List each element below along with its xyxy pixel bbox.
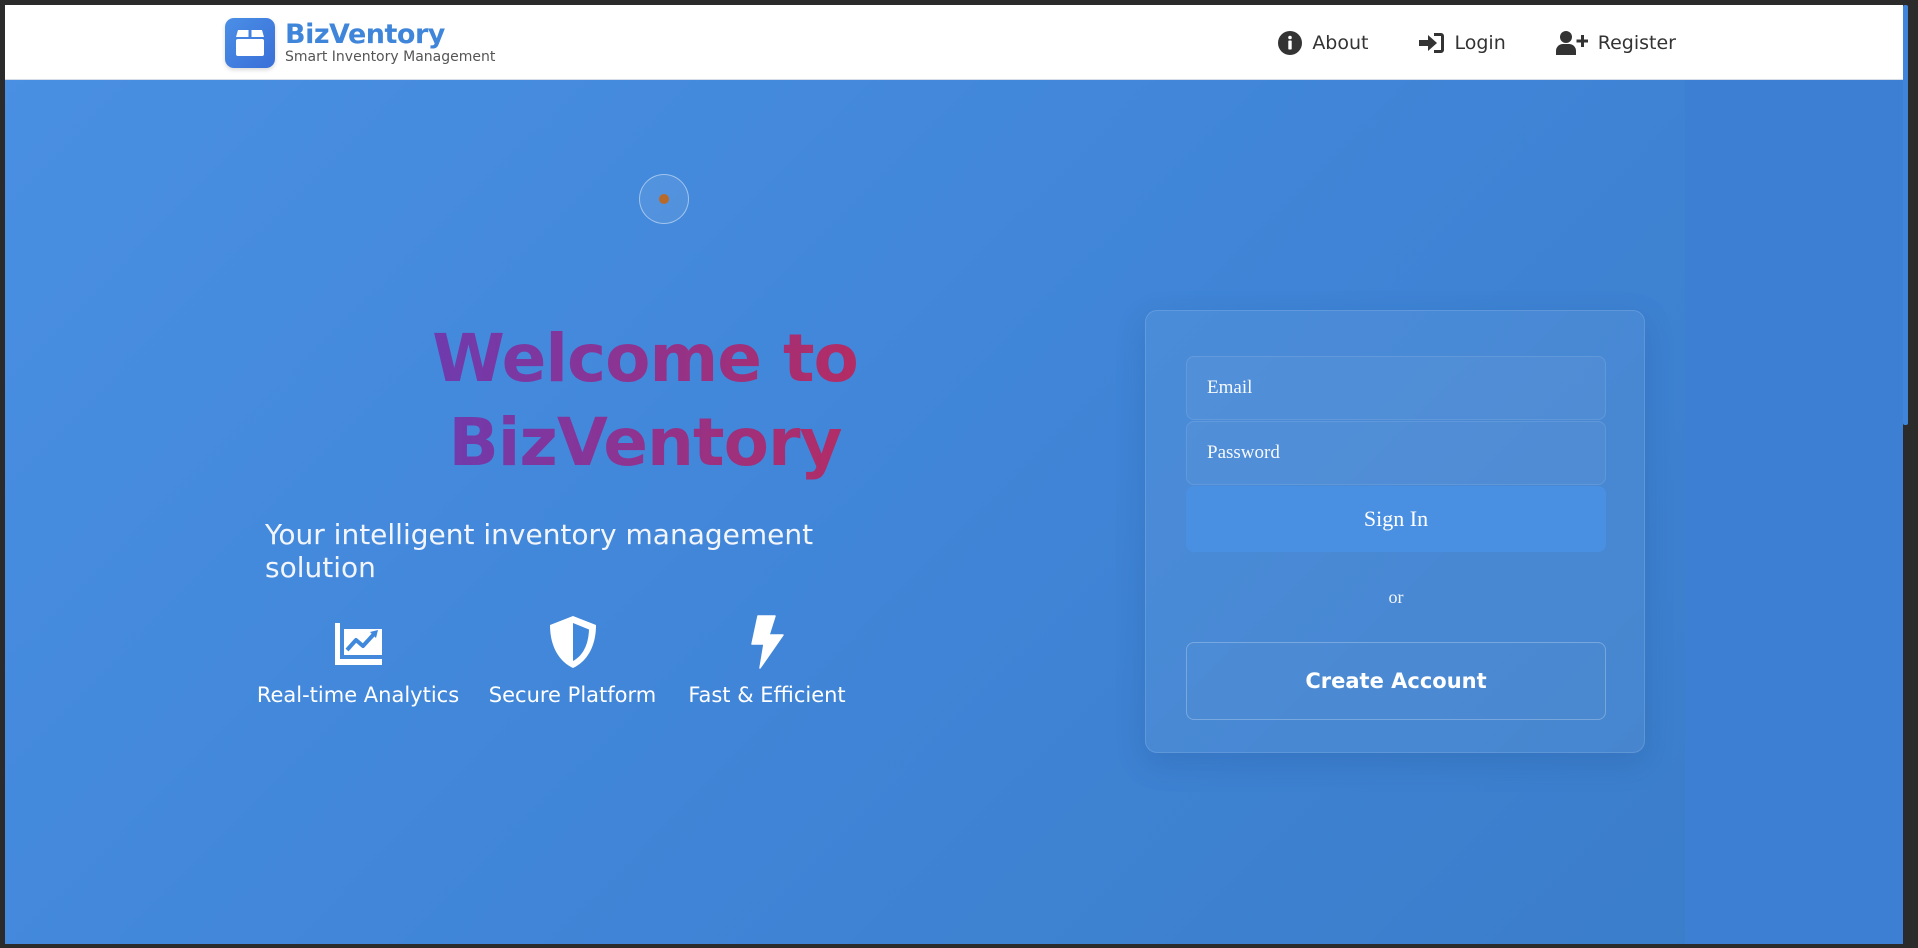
navbar: BizVentory Smart Inventory Management Ab… [5,5,1908,80]
nav-about-label: About [1312,31,1369,54]
decorative-dot [659,194,669,204]
sign-in-icon [1418,32,1444,53]
or-divider: or [1388,587,1404,607]
nav-login-label: Login [1454,31,1506,54]
brand-tagline: Smart Inventory Management [285,49,496,65]
feature-analytics-label: Real-time Analytics [256,683,460,707]
user-plus-icon [1555,30,1588,55]
brand[interactable]: BizVentory Smart Inventory Management [225,17,495,69]
hero-title: Welcome to BizVentory [305,317,985,485]
info-circle-icon [1278,30,1303,55]
sign-in-button[interactable]: Sign In [1186,486,1606,552]
scrollbar[interactable] [1903,5,1908,944]
feature-fast-label: Fast & Efficient [688,683,846,707]
bolt-icon [751,615,784,669]
feature-analytics: Real-time Analytics [257,615,459,707]
hero-title-line2: BizVentory [448,404,842,481]
hero-subtitle: Your intelligent inventory management so… [265,518,814,584]
decorative-circle [639,174,689,224]
brand-name: BizVentory [285,19,445,50]
create-account-button[interactable]: Create Account [1186,642,1606,720]
page-frame: BizVentory Smart Inventory Management Ab… [5,5,1908,944]
feature-list: Real-time Analytics Secure Platform Fast… [257,615,846,707]
email-field[interactable] [1186,356,1606,420]
main-nav: About Login Register [1228,5,1676,80]
login-card: Sign In or Create Account [1145,310,1645,753]
shield-icon [549,616,596,668]
hero-title-line1: Welcome to [432,320,858,397]
chart-line-icon [335,623,382,665]
nav-login[interactable]: Login [1418,31,1506,55]
feature-secure-label: Secure Platform [488,683,657,707]
feature-secure: Secure Platform [489,615,656,707]
nav-register-label: Register [1597,31,1676,54]
nav-about[interactable]: About [1278,30,1369,55]
box-icon [225,18,275,68]
nav-register[interactable]: Register [1555,30,1676,55]
background-strip [1685,80,1908,944]
scroll-thumb[interactable] [1903,5,1908,425]
password-field[interactable] [1186,421,1606,485]
feature-fast: Fast & Efficient [688,615,846,707]
